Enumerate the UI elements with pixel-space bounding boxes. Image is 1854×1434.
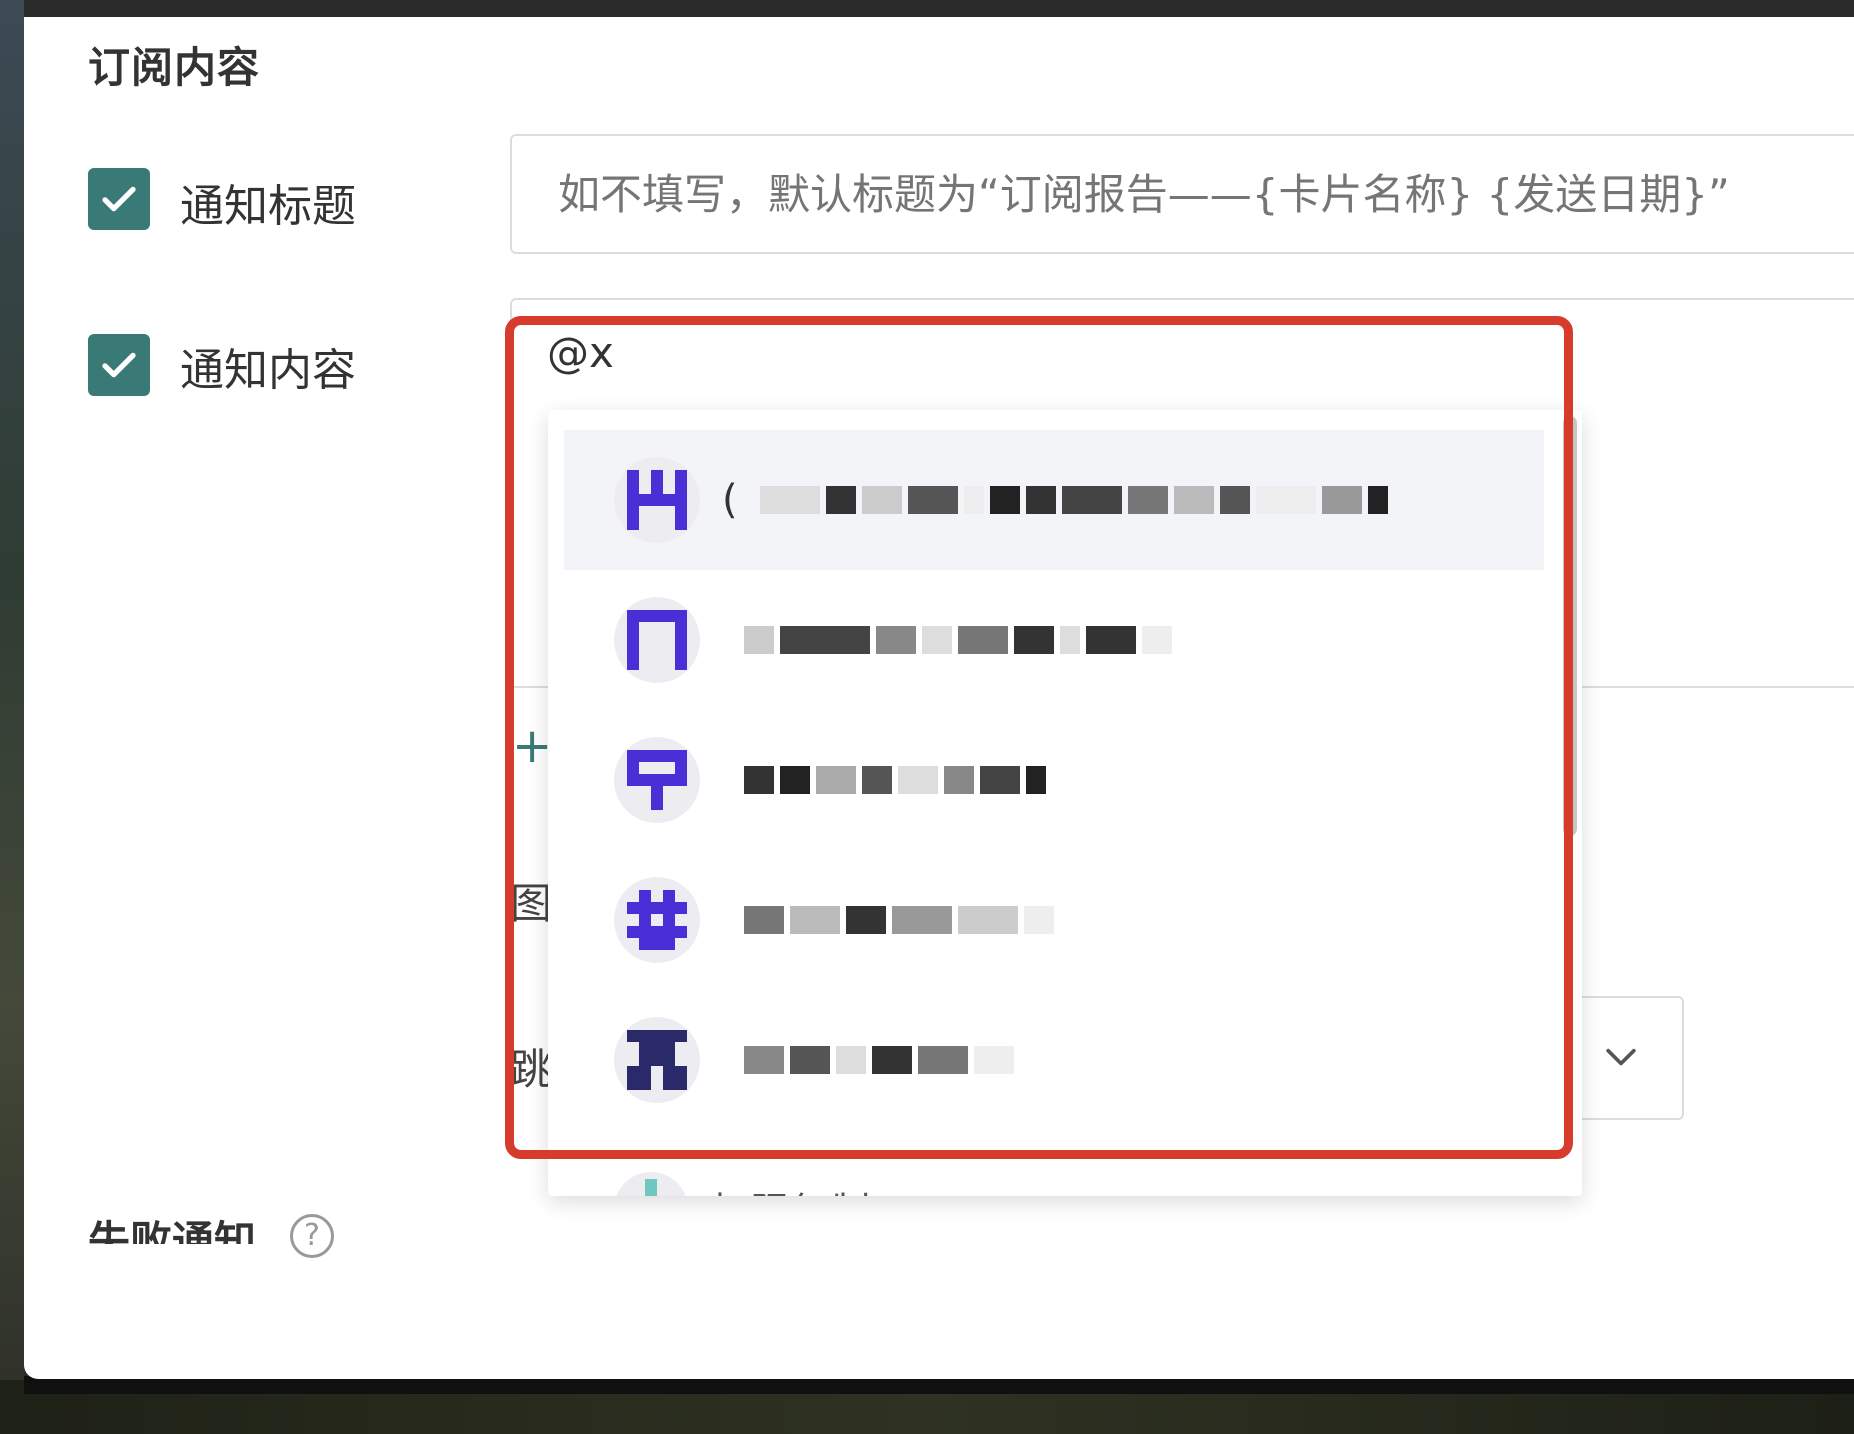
background-desktop-left — [0, 0, 24, 1434]
chevron-down-icon — [1606, 1048, 1636, 1066]
pixel-avatar-icon — [614, 1172, 688, 1196]
section-title: 订阅内容 — [88, 43, 261, 92]
pixel-avatar-icon — [614, 737, 700, 823]
jump-label-partial: 跳 — [510, 1045, 553, 1094]
mention-option-partial[interactable]: 权限复制 — [614, 1172, 870, 1196]
pixel-avatar-icon — [614, 597, 700, 683]
add-icon[interactable]: + — [512, 722, 552, 770]
pixel-avatar-icon — [614, 457, 700, 543]
mention-option[interactable] — [564, 850, 1544, 990]
mention-option[interactable] — [564, 570, 1544, 710]
mention-option-label: 权限复制 — [710, 1180, 870, 1196]
check-icon — [102, 186, 136, 212]
redacted-text — [744, 1038, 1014, 1082]
title-checkbox-label: 通知标题 — [180, 181, 356, 232]
pixel-avatar-icon — [614, 1017, 700, 1103]
redacted-text — [744, 618, 1172, 662]
fail-notification-title: 失败通知 — [88, 1217, 257, 1244]
help-icon[interactable]: ? — [290, 1214, 334, 1258]
mention-option[interactable] — [564, 990, 1544, 1130]
mention-option-label: ( — [722, 477, 738, 523]
check-icon — [102, 352, 136, 378]
redacted-text — [759, 478, 1388, 522]
image-label-partial: 图 — [510, 879, 553, 928]
redacted-text — [744, 758, 1046, 802]
title-checkbox[interactable] — [88, 168, 150, 230]
content-checkbox[interactable] — [88, 334, 150, 396]
notification-title-input[interactable] — [510, 134, 1854, 254]
pixel-avatar-icon — [614, 877, 700, 963]
dropdown-scrollbar[interactable] — [1563, 416, 1577, 836]
mention-dropdown: ( — [548, 410, 1582, 1196]
redacted-text — [744, 898, 1054, 942]
content-checkbox-label: 通知内容 — [180, 345, 356, 396]
content-editor-text[interactable]: @x — [547, 328, 614, 377]
mention-option[interactable] — [564, 710, 1544, 850]
mention-option[interactable]: ( — [564, 430, 1544, 570]
